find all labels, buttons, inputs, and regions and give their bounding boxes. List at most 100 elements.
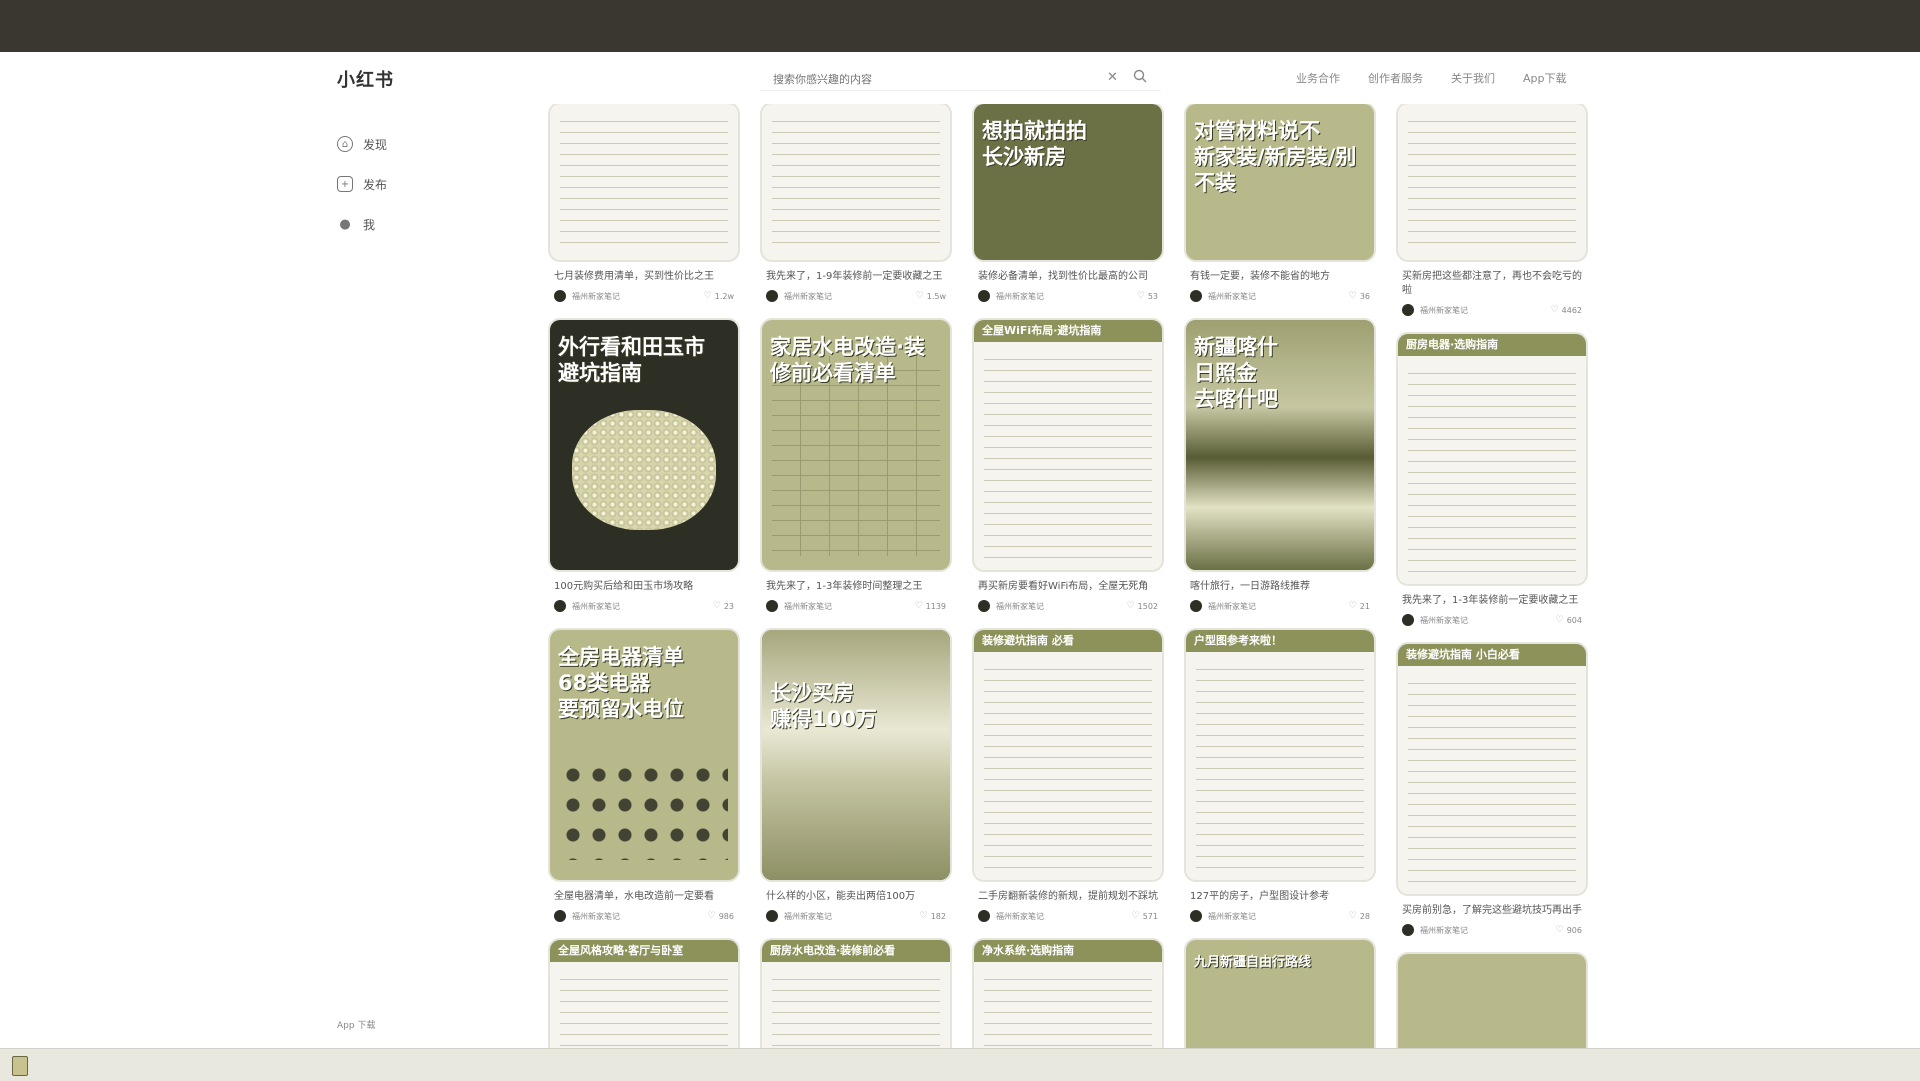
note-card[interactable]: 全屋WiFi布局·避坑指南 再买新房要看好WiFi布局，全屋无死角 福州新家笔记 ♡ 1… <box>972 320 1164 612</box>
note-cover[interactable]: 长沙买房 赚得100万 <box>762 630 950 880</box>
avatar[interactable] <box>1402 304 1414 316</box>
author-link[interactable]: 福州新家笔记 <box>978 910 1044 922</box>
note-title[interactable]: 买新房把这些都注意了，再也不会吃亏的啦 <box>1402 270 1582 298</box>
note-cover[interactable]: 全屋风格攻略·客厅与卧室 <box>550 940 738 1048</box>
like-button[interactable]: ♡ 604 <box>1556 615 1582 625</box>
like-button[interactable]: ♡ 182 <box>920 911 946 921</box>
search-input[interactable] <box>771 69 1095 89</box>
note-title[interactable]: 什么样的小区，能卖出两倍100万 <box>766 890 946 904</box>
note-cover[interactable]: 全屋WiFi布局·避坑指南 <box>974 320 1162 570</box>
file-icon[interactable] <box>12 1056 28 1076</box>
avatar[interactable] <box>1402 924 1414 936</box>
like-button[interactable]: ♡ 21 <box>1349 601 1370 611</box>
note-card[interactable]: 想拍就拍拍 长沙新房装修必备清单，找到性价比最高的公司 福州新家笔记 ♡ 53 <box>972 104 1164 302</box>
note-card[interactable]: 新疆喀什 日照金 去喀什吧 喀什旅行，一日游路线推荐 福州新家笔记 ♡ 21 <box>1184 320 1376 612</box>
avatar[interactable] <box>554 600 566 612</box>
like-button[interactable]: ♡ 1502 <box>1127 601 1158 611</box>
note-cover[interactable] <box>762 104 950 260</box>
note-card[interactable]: 七月装修费用清单，买到性价比之王 福州新家笔记 ♡ 1.2w <box>548 104 740 302</box>
like-button[interactable]: ♡ 23 <box>713 601 734 611</box>
note-card[interactable]: 家居水电改造·装修前必看清单我先来了，1-3年装修时间整理之王 福州新家笔记 ♡ 11… <box>760 320 952 612</box>
like-button[interactable]: ♡ 1139 <box>915 601 946 611</box>
note-cover[interactable]: 对管材料说不 新家装/新房装/别不装 <box>1186 104 1374 260</box>
link-about[interactable]: 关于我们 <box>1451 70 1495 86</box>
note-card[interactable]: 对管材料说不 新家装/新房装/别不装有钱一定要，装修不能省的地方 福州新家笔记 ♡ 3… <box>1184 104 1376 302</box>
author-link[interactable]: 福州新家笔记 <box>1190 290 1256 302</box>
note-cover[interactable]: 想拍就拍拍 长沙新房 <box>974 104 1162 260</box>
note-card[interactable]: 户型图参考来啦！ 127平的房子，户型图设计参考 福州新家笔记 ♡ 28 <box>1184 630 1376 922</box>
author-link[interactable]: 福州新家笔记 <box>978 290 1044 302</box>
note-card[interactable]: 厨房电器·选购指南 我先来了，1-3年装修前一定要收藏之王 福州新家笔记 ♡ 604 <box>1396 334 1588 626</box>
note-title[interactable]: 100元购买后给和田玉市场攻略 <box>554 580 734 594</box>
note-title[interactable]: 七月装修费用清单，买到性价比之王 <box>554 270 734 284</box>
note-cover[interactable] <box>1398 104 1586 260</box>
note-card[interactable]: 装修避坑指南 必看 二手房翻新装修的新规，提前规划不踩坑 福州新家笔记 ♡ 571 <box>972 630 1164 922</box>
author-link[interactable]: 福州新家笔记 <box>766 290 832 302</box>
note-card[interactable]: 我先来了，1-9年装修前一定要收藏之王 福州新家笔记 ♡ 1.5w <box>760 104 952 302</box>
sidebar-item-me[interactable]: ● 我 <box>337 204 387 244</box>
browser-tab-strip[interactable] <box>0 6 84 20</box>
note-cover[interactable]: 全房电器清单 68类电器 要预留水电位 <box>550 630 738 880</box>
note-card[interactable]: 全屋风格攻略·客厅与卧室 <box>548 940 740 1048</box>
note-title[interactable]: 喀什旅行，一日游路线推荐 <box>1190 580 1370 594</box>
avatar[interactable] <box>978 290 990 302</box>
note-title[interactable]: 有钱一定要，装修不能省的地方 <box>1190 270 1370 284</box>
note-card[interactable]: 厨房水电改造·装修前必看 <box>760 940 952 1048</box>
note-card[interactable]: 净水系统·选购指南 <box>972 940 1164 1048</box>
like-button[interactable]: ♡ 986 <box>708 911 734 921</box>
note-cover[interactable]: 家居水电改造·装修前必看清单 <box>762 320 950 570</box>
note-title[interactable]: 我先来了，1-3年装修时间整理之王 <box>766 580 946 594</box>
like-button[interactable]: ♡ 906 <box>1556 925 1582 935</box>
note-title[interactable]: 买房前别急，了解完这些避坑技巧再出手 <box>1402 904 1582 918</box>
like-button[interactable]: ♡ 53 <box>1137 291 1158 301</box>
link-app-download[interactable]: App下载 <box>1523 70 1567 86</box>
close-icon[interactable]: ✕ <box>1107 70 1118 85</box>
like-button[interactable]: ♡ 36 <box>1349 291 1370 301</box>
author-link[interactable]: 福州新家笔记 <box>1402 924 1468 936</box>
sidebar-item-discover[interactable]: ⌂ 发现 <box>337 124 387 164</box>
author-link[interactable]: 福州新家笔记 <box>766 600 832 612</box>
note-title[interactable]: 我先来了，1-9年装修前一定要收藏之王 <box>766 270 946 284</box>
note-cover[interactable]: 户型图参考来啦！ <box>1186 630 1374 880</box>
author-link[interactable]: 福州新家笔记 <box>766 910 832 922</box>
author-link[interactable]: 福州新家笔记 <box>1190 910 1256 922</box>
note-cover[interactable]: 厨房水电改造·装修前必看 <box>762 940 950 1048</box>
note-title[interactable]: 我先来了，1-3年装修前一定要收藏之王 <box>1402 594 1582 608</box>
note-card[interactable]: 外行看和田玉市 避坑指南 100元购买后给和田玉市场攻略 福州新家笔记 ♡ 23 <box>548 320 740 612</box>
avatar[interactable] <box>1190 910 1202 922</box>
avatar[interactable] <box>978 600 990 612</box>
avatar[interactable] <box>766 600 778 612</box>
note-cover[interactable]: 新疆喀什 日照金 去喀什吧 <box>1186 320 1374 570</box>
note-cover[interactable]: 装修避坑指南 必看 <box>974 630 1162 880</box>
like-button[interactable]: ♡ 1.2w <box>704 291 734 301</box>
note-title[interactable]: 127平的房子，户型图设计参考 <box>1190 890 1370 904</box>
avatar[interactable] <box>1402 614 1414 626</box>
author-link[interactable]: 福州新家笔记 <box>1402 304 1468 316</box>
note-title[interactable]: 再买新房要看好WiFi布局，全屋无死角 <box>978 580 1158 594</box>
note-cover[interactable]: 厨房电器·选购指南 <box>1398 334 1586 584</box>
note-title[interactable]: 装修必备清单，找到性价比最高的公司 <box>978 270 1158 284</box>
search-icon[interactable] <box>1133 69 1147 83</box>
note-cover[interactable]: 装修避坑指南 小白必看 <box>1398 644 1586 894</box>
author-link[interactable]: 福州新家笔记 <box>554 910 620 922</box>
note-card[interactable]: 全房电器清单 68类电器 要预留水电位 全屋电器清单，水电改造前一定要看 福州新家笔… <box>548 630 740 922</box>
note-title[interactable]: 二手房翻新装修的新规，提前规划不踩坑 <box>978 890 1158 904</box>
note-card[interactable] <box>1396 954 1588 1048</box>
avatar[interactable] <box>554 910 566 922</box>
link-creator[interactable]: 创作者服务 <box>1368 70 1423 86</box>
author-link[interactable]: 福州新家笔记 <box>554 290 620 302</box>
note-cover[interactable]: 九月新疆自由行路线 <box>1186 940 1374 1048</box>
address-bar[interactable] <box>0 30 1920 46</box>
sidebar-item-publish[interactable]: + 发布 <box>337 164 387 204</box>
avatar[interactable] <box>1190 290 1202 302</box>
note-cover[interactable] <box>550 104 738 260</box>
note-cover[interactable]: 净水系统·选购指南 <box>974 940 1162 1048</box>
note-card[interactable]: 九月新疆自由行路线 <box>1184 940 1376 1048</box>
avatar[interactable] <box>978 910 990 922</box>
link-business[interactable]: 业务合作 <box>1296 70 1340 86</box>
note-card[interactable]: 装修避坑指南 小白必看买房前别急，了解完这些避坑技巧再出手 福州新家笔记 ♡ 906 <box>1396 644 1588 936</box>
sidebar-footer[interactable]: App 下载 <box>337 1016 375 1036</box>
note-card[interactable]: 长沙买房 赚得100万什么样的小区，能卖出两倍100万 福州新家笔记 ♡ 182 <box>760 630 952 922</box>
site-logo[interactable]: 小红书 <box>337 66 394 92</box>
avatar[interactable] <box>1190 600 1202 612</box>
